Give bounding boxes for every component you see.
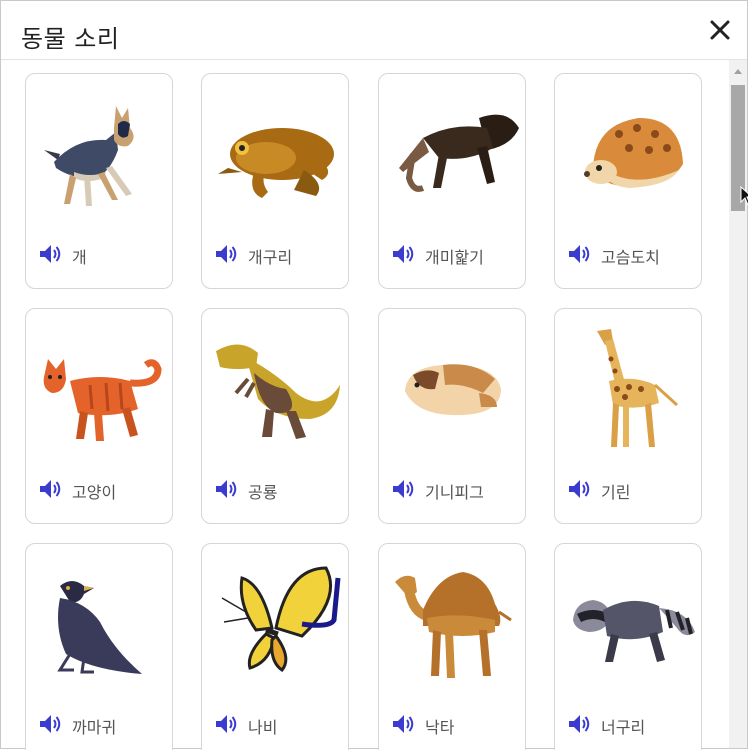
animal-label: 개 xyxy=(72,248,87,267)
speaker-icon xyxy=(40,715,61,733)
raccoon-icon xyxy=(559,558,699,688)
animal-card-butterfly[interactable]: 나비 xyxy=(201,543,349,750)
animal-label: 고양이 xyxy=(72,483,117,502)
animal-label: 고슴도치 xyxy=(601,248,660,267)
animal-card-raccoon[interactable]: 너구리 xyxy=(554,543,702,750)
animal-card-dog[interactable]: 개 xyxy=(25,73,173,289)
animal-card-hedgehog[interactable]: 고슴도치 xyxy=(554,73,702,289)
animal-card-guinea-pig[interactable]: 기니피그 xyxy=(378,308,526,524)
animal-label: 낙타 xyxy=(425,718,455,737)
hedgehog-icon xyxy=(559,88,699,218)
animal-card-camel[interactable]: 낙타 xyxy=(378,543,526,750)
scroll-up-arrow-icon[interactable] xyxy=(729,64,747,80)
butterfly-icon xyxy=(206,558,346,688)
speaker-icon xyxy=(569,715,590,733)
camel-icon xyxy=(383,558,523,688)
crow-icon xyxy=(30,558,170,688)
vertical-scrollbar[interactable] xyxy=(729,60,747,748)
animal-card-cat[interactable]: 고양이 xyxy=(25,308,173,524)
dinosaur-icon xyxy=(206,323,346,453)
dog-icon xyxy=(30,88,170,218)
speaker-icon xyxy=(393,480,414,498)
speaker-icon xyxy=(216,245,237,263)
anteater-icon xyxy=(383,88,523,218)
animal-card-frog[interactable]: 개구리 xyxy=(201,73,349,289)
speaker-icon xyxy=(216,480,237,498)
animal-sounds-dialog: 동물 소리 개 개구리 개미핥기 고슴도치 고양이 공룡 기니피그 기린 까마귀… xyxy=(0,0,748,750)
speaker-icon xyxy=(216,715,237,733)
animal-label: 공룡 xyxy=(248,483,278,502)
frog-icon xyxy=(206,88,346,218)
giraffe-icon xyxy=(559,323,699,453)
speaker-icon xyxy=(569,480,590,498)
animal-label: 개미핥기 xyxy=(425,248,484,267)
animal-label: 기니피그 xyxy=(425,483,484,502)
close-button[interactable] xyxy=(705,15,735,45)
animal-card-dinosaur[interactable]: 공룡 xyxy=(201,308,349,524)
animal-card-crow[interactable]: 까마귀 xyxy=(25,543,173,750)
guinea-pig-icon xyxy=(383,323,523,453)
animal-label: 개구리 xyxy=(248,248,293,267)
mouse-cursor-icon xyxy=(740,186,748,206)
animal-grid: 개 개구리 개미핥기 고슴도치 고양이 공룡 기니피그 기린 까마귀 나비 낙타… xyxy=(1,60,729,750)
speaker-icon xyxy=(393,715,414,733)
speaker-icon xyxy=(393,245,414,263)
animal-label: 너구리 xyxy=(601,718,646,737)
speaker-icon xyxy=(40,245,61,263)
speaker-icon xyxy=(569,245,590,263)
dialog-header: 동물 소리 xyxy=(1,1,747,60)
animal-card-giraffe[interactable]: 기린 xyxy=(554,308,702,524)
animal-label: 나비 xyxy=(248,718,278,737)
speaker-icon xyxy=(40,480,61,498)
close-icon xyxy=(710,20,730,40)
cat-icon xyxy=(30,323,170,453)
animal-label: 기린 xyxy=(601,483,631,502)
dialog-title: 동물 소리 xyxy=(21,25,120,53)
animal-label: 까마귀 xyxy=(72,718,117,737)
animal-card-anteater[interactable]: 개미핥기 xyxy=(378,73,526,289)
